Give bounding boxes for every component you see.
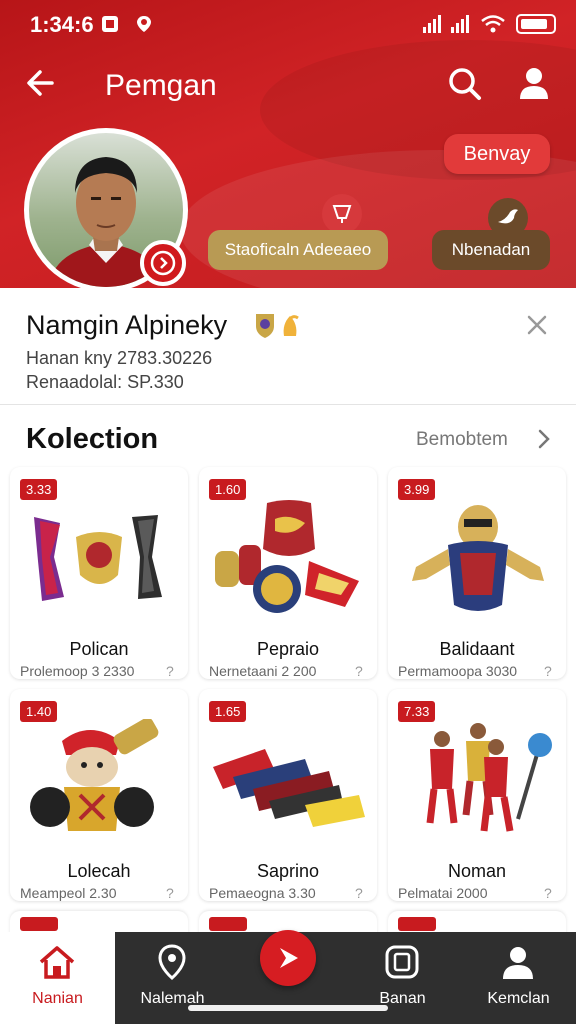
home-icon [39, 946, 75, 979]
price-badge [20, 917, 58, 931]
help-icon[interactable]: ? [544, 885, 552, 901]
help-icon[interactable]: ? [166, 663, 174, 679]
item-subtitle: Permamoopa 3030 [398, 663, 518, 679]
price-badge [209, 917, 247, 931]
profile-icon [503, 947, 533, 979]
battery-icon [516, 14, 556, 34]
search-icon[interactable] [444, 63, 484, 103]
item-subtitle: Meampeol 2.30 [20, 885, 117, 901]
collection-card[interactable]: 1.60 Pepraio Nernetaani 2 200 ? [199, 467, 377, 679]
verified-badge-icon [256, 314, 299, 338]
status-time: 1:34:6 [30, 12, 94, 37]
players-figures-art [426, 723, 552, 832]
scarf-bundle-art [213, 749, 365, 827]
collection-card[interactable]: 3.99 Balidaant Permamoopa 3030 ? [388, 467, 566, 679]
help-icon[interactable]: ? [355, 663, 363, 679]
profile-stat-line: Hanan kny 2783.30226 [26, 348, 213, 368]
profile-name: Namgin Alpineky [26, 310, 228, 340]
profile-stat-line: Renaadolal: SP.330 [26, 372, 184, 392]
help-icon[interactable]: ? [544, 663, 552, 679]
item-subtitle: Nernetaani 2 200 [209, 663, 317, 679]
price-badge [398, 917, 436, 931]
collection-card[interactable]: 1.40 Lolecah Meampeol 2.30 ? [10, 689, 188, 901]
nav-item-home[interactable]: Nanian [0, 932, 115, 1024]
home-indicator[interactable] [188, 1005, 388, 1011]
scarves-and-shield-art [34, 515, 162, 601]
status-bar: 1:34:6 [0, 0, 576, 50]
page-title: Pemgan [105, 69, 217, 102]
section-title: Kolection [26, 423, 159, 455]
close-icon[interactable] [522, 310, 552, 340]
collection-card[interactable]: 1.65 Saprino Pemaeogna 3.30 ? [199, 689, 377, 901]
follow-button[interactable]: Benvay [444, 134, 550, 174]
map-pin-icon [158, 944, 186, 980]
signal-icon-2 [451, 15, 469, 33]
play-action-button[interactable] [260, 930, 316, 986]
medals-and-mugs-art [215, 500, 359, 613]
profile-info-card: Namgin Alpineky Hanan kny 2783.30226 Ren… [0, 288, 576, 404]
account-icon[interactable] [514, 63, 554, 103]
app-screen: 1:34:6 Pemgan Benvay Staoficaln Adeeaeo … [0, 0, 576, 1024]
item-name: Pepraio [256, 639, 320, 659]
bear-mascot-art [30, 719, 159, 831]
album-icon [385, 945, 419, 979]
item-name: Saprino [256, 861, 320, 881]
stat-pill-achievements[interactable]: Staoficaln Adeeaeo [208, 230, 388, 270]
top-app-bar: Pemgan [0, 55, 576, 115]
help-icon[interactable]: ? [166, 885, 174, 901]
nav-label: Nanian [32, 990, 83, 1007]
wifi-icon [481, 15, 505, 33]
collection-card[interactable]: 3.33 Polican Prolemoop 3 2330 ? [10, 467, 188, 679]
collection-section: Kolection Bemobtem 3.33 Polican Prolemoo… [0, 404, 576, 935]
signal-icon [423, 15, 441, 33]
location-icon [137, 16, 151, 32]
item-subtitle: Prolemoop 3 2330 [20, 663, 135, 679]
mascot-figure-art [412, 505, 544, 611]
item-name: Lolecah [67, 861, 131, 881]
item-subtitle: Pelmatai 2000 [398, 885, 488, 901]
help-icon[interactable]: ? [355, 885, 363, 901]
item-subtitle: Pemaeogna 3.30 [209, 885, 316, 901]
collection-card[interactable]: 7.33 Noman Pelmatai 2000 ? [388, 689, 566, 901]
see-all-link[interactable]: Bemobtem [416, 429, 508, 451]
stat-pill-followers[interactable]: Nbenadan [432, 230, 550, 270]
nav-item-profile[interactable]: Kemclan [461, 932, 576, 1024]
item-name: Balidaant [439, 639, 515, 659]
notification-icon [102, 16, 118, 32]
item-name: Polican [69, 639, 129, 659]
chevron-right-icon[interactable] [534, 427, 554, 451]
back-arrow-icon[interactable] [22, 63, 62, 103]
nav-label: Kemclan [487, 990, 550, 1007]
item-name: Noman [447, 861, 507, 881]
avatar-edit-icon[interactable] [140, 240, 186, 286]
